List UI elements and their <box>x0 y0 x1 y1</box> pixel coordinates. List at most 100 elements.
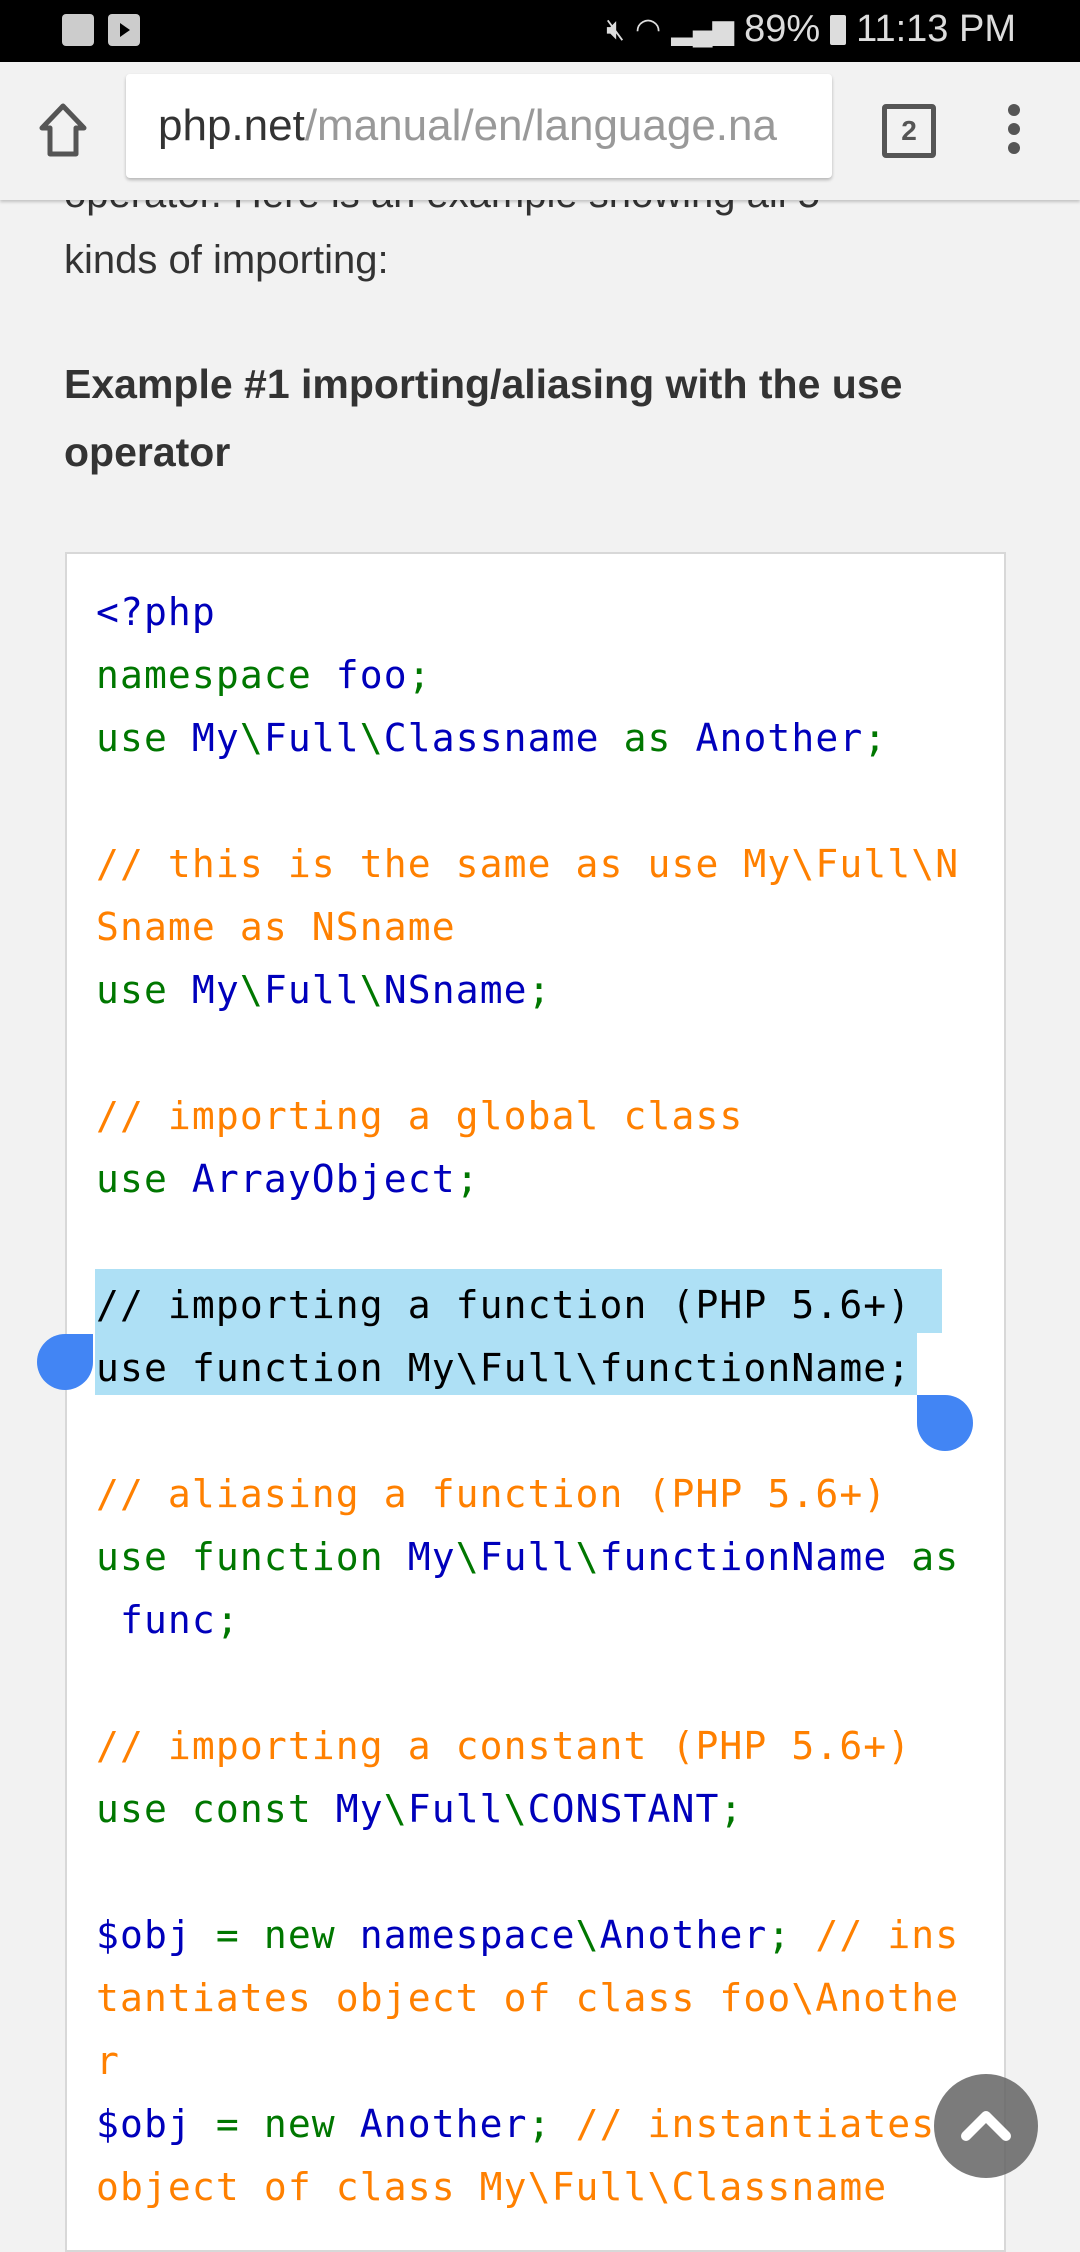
code-token: \ <box>359 716 384 760</box>
code-token: \ <box>359 968 384 1012</box>
wifi-icon: ◠ <box>635 13 662 46</box>
code-token: // importing a global class <box>96 1094 744 1138</box>
code-line: // this is the same as use My\Full\N <box>96 833 959 896</box>
clock: 11:13 PM <box>856 8 1016 50</box>
code-line: $obj = new Another; // instantiates <box>96 2093 959 2156</box>
url-path: /manual/en/language.na <box>304 101 777 150</box>
code-token: // instantiates <box>575 2102 936 2146</box>
signal-icon: ▂▄▆ <box>671 14 735 45</box>
code-token: Full <box>479 1535 576 1579</box>
code-token: use function My\Full\functionName; <box>96 1346 912 1390</box>
code-token: functionName <box>599 1535 912 1579</box>
chevron-up-icon <box>961 2111 1011 2141</box>
code-line: // importing a constant (PHP 5.6+) <box>96 1715 959 1778</box>
code-token: $obj <box>96 1913 216 1957</box>
code-token: ; <box>455 1157 480 1201</box>
example-heading: Example #1 importing/aliasing with the u… <box>64 361 903 475</box>
code-token: ; <box>719 1787 744 1831</box>
code-text[interactable]: <?php namespace foo; use My\Full\Classname… <box>96 581 959 2219</box>
code-token: Sname as NSname <box>96 905 456 949</box>
code-token: // this is the same as use My\Full\N <box>96 842 960 886</box>
home-icon[interactable] <box>38 102 88 158</box>
code-line: object of class My\Full\Classname <box>96 2156 959 2219</box>
intro-text: kinds of importing: <box>64 238 389 282</box>
code-line: use My\Full\Classname as Another; <box>96 707 959 770</box>
tab-switcher-button[interactable]: 2 <box>882 104 936 158</box>
code-token: Full <box>263 716 360 760</box>
mute-icon: 🔇︎ <box>606 12 625 46</box>
selection-end-handle[interactable] <box>917 1395 973 1451</box>
code-token: tantiates object of class foo\Anothe <box>96 1976 960 2020</box>
code-token: // aliasing a function (PHP 5.6+) <box>96 1472 888 1516</box>
code-line: use function My\Full\functionName; <box>96 1337 959 1400</box>
code-token: My <box>191 716 240 760</box>
code-token: $obj <box>96 2102 216 2146</box>
scroll-to-top-button[interactable] <box>934 2074 1038 2178</box>
browser-toolbar: php.net/manual/en/language.na 2 <box>0 62 1080 200</box>
code-token: = new <box>215 2102 360 2146</box>
code-token: \ <box>575 1535 600 1579</box>
url-host: php.net <box>158 101 305 150</box>
code-token: use <box>96 1157 192 1201</box>
code-token: Classname <box>383 716 624 760</box>
code-token: Another <box>599 1913 768 1957</box>
code-token: ; <box>215 1598 240 1642</box>
code-token: = new <box>215 1913 360 1957</box>
battery-percent: 89% <box>744 8 821 50</box>
code-token: use const <box>96 1787 336 1831</box>
code-token: ArrayObject <box>191 1157 456 1201</box>
code-token: \ <box>383 1787 408 1831</box>
code-line: $obj = new namespace\Another; // ins <box>96 1904 959 1967</box>
code-token: \ <box>239 968 264 1012</box>
gallery-icon <box>62 14 94 46</box>
code-token: <?php <box>96 590 216 634</box>
code-line: use ArrayObject; <box>96 1148 959 1211</box>
code-line: namespace foo; <box>96 644 959 707</box>
code-token: Full <box>407 1787 504 1831</box>
code-token: \ <box>575 1913 600 1957</box>
code-token: ; <box>767 1913 816 1957</box>
code-token: My <box>191 968 240 1012</box>
code-line: Sname as NSname <box>96 896 959 959</box>
code-token: // importing a function (PHP 5.6+) <box>96 1283 912 1327</box>
code-token: Another <box>695 716 864 760</box>
code-line: // aliasing a function (PHP 5.6+) <box>96 1463 959 1526</box>
code-token: \ <box>455 1535 480 1579</box>
code-token: My <box>335 1787 384 1831</box>
code-token: // importing a constant (PHP 5.6+) <box>96 1724 912 1768</box>
code-token: ; <box>407 653 432 697</box>
code-token: use <box>96 716 192 760</box>
code-token: \ <box>503 1787 528 1831</box>
code-line: use My\Full\NSname; <box>96 959 959 1022</box>
code-token: object of class My\Full\Classname <box>96 2165 888 2209</box>
status-bar: 🔇︎ ◠ ▂▄▆ 89% 11:13 PM <box>0 0 1080 62</box>
code-token: namespace <box>359 1913 576 1957</box>
more-menu-icon[interactable] <box>1008 104 1020 161</box>
code-line: func; <box>96 1589 959 1652</box>
code-token: r <box>96 2039 120 2083</box>
url-bar[interactable]: php.net/manual/en/language.na <box>126 74 832 178</box>
code-line: // importing a function (PHP 5.6+) <box>96 1274 959 1337</box>
code-token: namespace <box>96 653 336 697</box>
battery-icon <box>830 14 847 45</box>
code-token: Another <box>359 2102 528 2146</box>
code-token: ; <box>527 2102 576 2146</box>
code-token: as <box>911 1535 960 1579</box>
code-token: func <box>96 1598 216 1642</box>
code-token: CONSTANT <box>527 1787 720 1831</box>
code-line: // importing a global class <box>96 1085 959 1148</box>
code-line: <?php <box>96 581 959 644</box>
code-line: tantiates object of class foo\Anothe <box>96 1967 959 2030</box>
code-token: \ <box>239 716 264 760</box>
code-token: use function <box>96 1535 408 1579</box>
code-token: as <box>623 716 696 760</box>
selection-start-handle[interactable] <box>37 1334 93 1390</box>
code-token: My <box>407 1535 456 1579</box>
code-token: NSname <box>383 968 528 1012</box>
code-token: ; <box>863 716 888 760</box>
